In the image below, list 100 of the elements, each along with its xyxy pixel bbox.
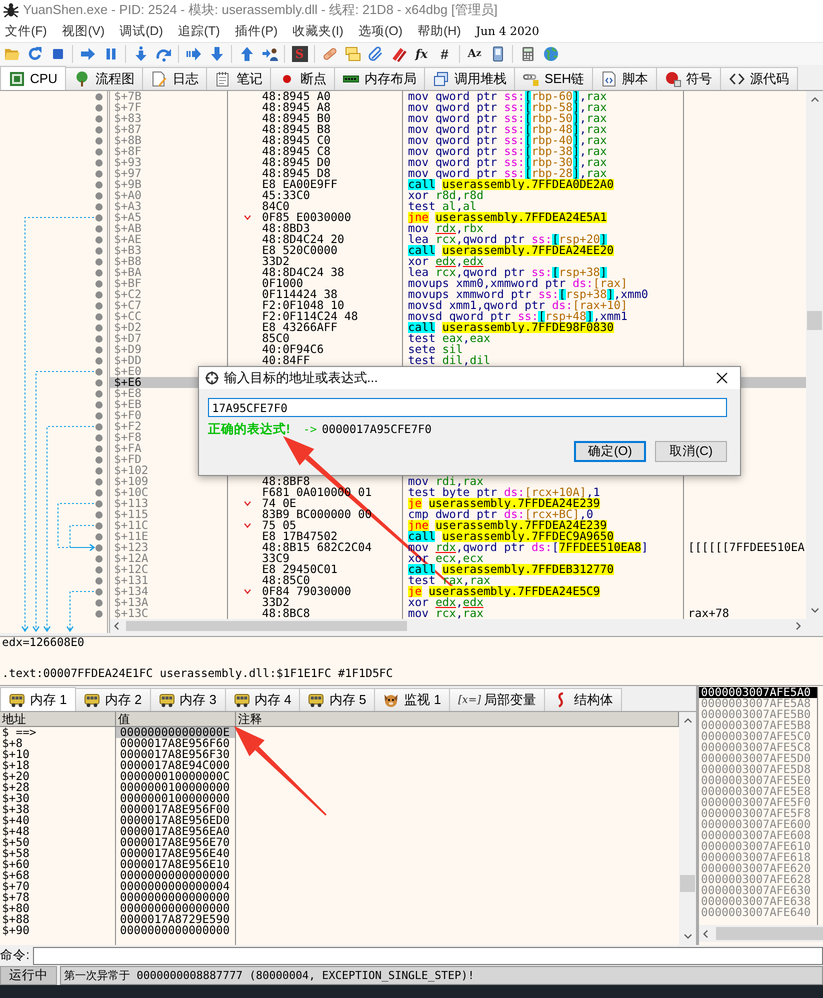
disassembly-row[interactable]: $+11E E8 17B47502 call userassembly.7FFDEC9A9650 [110,531,806,542]
arrow-down-dot-icon[interactable] [132,46,148,62]
dot-icon[interactable] [95,434,103,442]
disassembly-row[interactable]: $+D2 E8 43266AFF call userassembly.7FFDE98F0830 [110,322,806,333]
paperclip-icon[interactable] [368,46,384,62]
dot-icon[interactable] [95,522,103,530]
disassembly-row[interactable]: $+A0 45:33C0 xor r8d,r8d [110,190,806,201]
dot-icon[interactable] [95,158,103,166]
menu-item[interactable]: 插件(P) [234,22,278,40]
dot-icon[interactable] [95,136,103,144]
scrollbar-thumb[interactable] [807,311,822,330]
dot-icon[interactable] [95,400,103,408]
dot-icon[interactable] [95,258,103,266]
tab[interactable]: 内存 5 [299,688,376,711]
column-header[interactable]: 地址 [0,712,116,727]
dump-value[interactable]: 0000017A8E956F00 [116,804,236,815]
command-field[interactable] [33,946,823,964]
pen-icon[interactable] [390,46,406,62]
arrow-person-icon[interactable] [262,46,278,62]
tab[interactable]: 内存布局 [334,67,426,90]
dot-icon[interactable] [95,412,103,420]
tab[interactable]: 笔记 [206,67,272,90]
dump-value[interactable]: 0000017A8E956E40 [116,848,236,859]
address-field[interactable]: 17A95CFE7F0 [208,398,727,417]
dot-icon[interactable] [95,554,103,562]
dump-value[interactable]: 0000017A8729E590 [116,914,236,925]
arrow-down-icon[interactable] [208,46,224,62]
dot-icon[interactable] [95,126,103,134]
scrollbar-thumb[interactable] [126,621,407,631]
dashed-arrow-right-icon[interactable] [186,46,202,62]
tab[interactable]: 日志 [142,67,208,90]
dot-icon[interactable] [95,268,103,276]
tab[interactable]: 脚本 [592,67,658,90]
dot-icon[interactable] [95,104,103,112]
dump-value[interactable]: 0000017A8E956F30 [116,749,236,760]
menu-item[interactable]: 视图(V) [62,22,105,40]
dot-icon[interactable] [95,148,103,156]
scrollbar-thumb[interactable] [680,875,695,892]
dot-icon[interactable] [95,236,103,244]
arrow-up-icon[interactable] [238,46,254,62]
dot-icon[interactable] [95,544,103,552]
tab[interactable]: 调用堆栈 [424,67,516,90]
dot-icon[interactable] [95,566,103,574]
dot-icon[interactable] [95,610,103,618]
chevron-down-icon[interactable] [810,608,818,613]
tab[interactable]: 内存 4 [224,688,300,711]
toolbar-button[interactable]: # [436,46,452,62]
chevron-down-icon[interactable] [684,934,692,939]
tab[interactable]: 内存 2 [74,688,151,711]
dot-icon[interactable] [95,290,103,298]
disassembly-row[interactable]: $+9B E8 EA00E9FF call userassembly.7FFDEA0DE2A0 [110,179,806,190]
dot-icon[interactable] [95,92,103,100]
scrollbar-thumb[interactable] [716,927,823,940]
dot-icon[interactable] [95,302,103,310]
chevron-left-icon[interactable] [703,930,708,938]
dot-icon[interactable] [95,368,103,376]
arrow-right-icon[interactable] [80,46,96,62]
disassembly-row[interactable]: $+113 74 0E je userassembly.7FFDEA24E239 [110,498,806,509]
dot-icon[interactable] [95,246,103,254]
dot-icon[interactable] [95,390,103,398]
tab[interactable]: 内存 1 [0,687,76,711]
folder-icon[interactable] [4,46,20,62]
sticky-notes-icon[interactable] [344,46,360,62]
dump-value[interactable]: 0000000100000000 [116,782,236,793]
disassembly-row[interactable]: $+A5 0F85 E0030000 jne userassembly.7FFDEA24E5A1 [110,212,806,223]
tab[interactable]: CPU [0,66,66,90]
column-header[interactable]: 注释 [236,712,679,727]
chevron-right-icon[interactable] [796,622,801,630]
disassembly-row[interactable]: $+12C E8 29450C01 call userassembly.7FFDEB312770 [110,564,806,575]
dump-value[interactable]: 0000017A8E956EA0 [116,826,236,837]
dot-icon[interactable] [95,532,103,540]
chevron-left-icon[interactable] [114,622,119,630]
tab[interactable]: 源代码 [720,67,798,90]
disassembly-row[interactable]: $+D7 85C0 test eax,eax [110,333,806,344]
tab[interactable]: SEH链 [514,67,594,90]
dump-value[interactable]: 0000000000000000 [116,870,236,881]
dot-icon[interactable] [95,422,103,430]
dump-value[interactable]: 0000017A8E94C000 [116,760,236,771]
tab[interactable]: 断点 [270,67,336,90]
dot-icon[interactable] [95,500,103,508]
chevron-up-icon[interactable] [684,718,692,723]
dot-icon[interactable] [95,280,103,288]
vertical-scrollbar[interactable] [806,91,823,619]
dot-icon[interactable] [95,598,103,606]
menu-item[interactable]: 调试(D) [120,22,163,40]
dot-icon[interactable] [95,170,103,178]
disassembly-row[interactable]: $+13A 33D2 xor edx,edx [110,597,806,608]
dot-icon[interactable] [95,192,103,200]
dot-icon[interactable] [95,334,103,342]
dot-icon[interactable] [95,378,103,386]
dot-icon[interactable] [95,510,103,518]
circular-arrow-icon[interactable] [26,46,42,62]
dump-value[interactable]: 0000017A8E956ED0 [116,815,236,826]
calculator-icon[interactable] [520,46,536,62]
dump-value[interactable]: 0000000000000000 [116,925,236,936]
tab[interactable]: 符号 [656,67,722,90]
dot-icon[interactable] [95,114,103,122]
dot-icon[interactable] [95,312,103,320]
chevron-up-icon[interactable] [810,97,818,102]
horizontal-scrollbar[interactable] [699,925,823,942]
